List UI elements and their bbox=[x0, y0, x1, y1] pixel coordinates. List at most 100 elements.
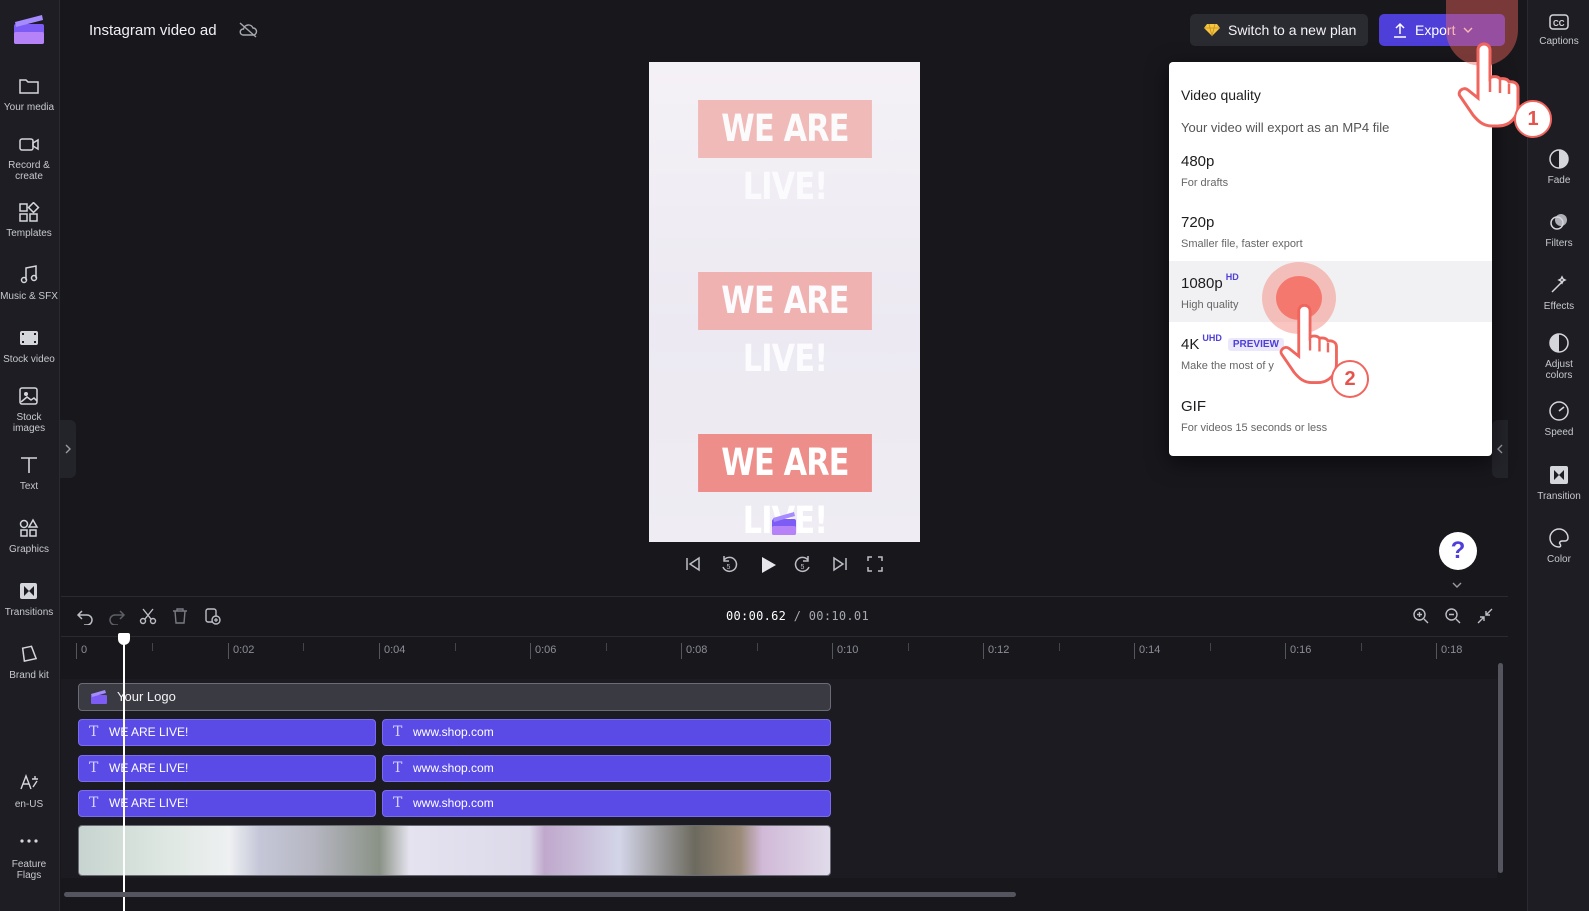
text-clip[interactable]: Twww.shop.com bbox=[382, 790, 831, 817]
sidebar-item-speed[interactable]: Speed bbox=[1528, 400, 1589, 438]
sidebar-item-transition[interactable]: Transition bbox=[1528, 464, 1589, 502]
playhead[interactable] bbox=[123, 634, 125, 911]
sidebar-item-transitions[interactable]: Transitions bbox=[0, 581, 58, 618]
sidebar-label: Color bbox=[1547, 554, 1571, 565]
text-clip-label: www.shop.com bbox=[413, 725, 494, 739]
logo-clip[interactable]: Your Logo bbox=[78, 683, 831, 711]
sidebar-label: Stock video bbox=[3, 354, 55, 365]
sidebar-label: Text bbox=[19, 481, 39, 492]
zoom-in-icon[interactable] bbox=[1412, 607, 1430, 625]
delete-icon[interactable] bbox=[171, 607, 189, 625]
switch-plan-button[interactable]: Switch to a new plan bbox=[1190, 14, 1368, 46]
sidebar-item-music-sfx[interactable]: Music & SFX bbox=[0, 265, 58, 302]
sidebar-item-your-media[interactable]: Your media bbox=[0, 76, 58, 113]
sidebar-item-graphics[interactable]: Graphics bbox=[0, 518, 58, 555]
option-description: Make the most of y bbox=[1181, 360, 1274, 372]
video-preview[interactable]: WE ARE LIVE! WE ARE LIVE! WE ARE LIVE! bbox=[649, 62, 920, 542]
folder-icon bbox=[19, 79, 39, 94]
playhead-handle[interactable] bbox=[118, 633, 130, 645]
zoom-out-icon[interactable] bbox=[1444, 607, 1462, 625]
shapes-icon bbox=[19, 518, 39, 537]
duplicate-icon[interactable] bbox=[203, 607, 221, 625]
help-button[interactable]: ? bbox=[1439, 532, 1477, 570]
film-icon bbox=[20, 331, 38, 345]
project-title[interactable]: Instagram video ad bbox=[89, 22, 217, 39]
quality-option-gif[interactable]: GIF For videos 15 seconds or less bbox=[1169, 384, 1492, 445]
language-icon bbox=[20, 774, 38, 790]
svg-text:5: 5 bbox=[801, 564, 805, 571]
ruler-tick: 0:18 bbox=[1436, 643, 1462, 659]
text-clip-label: www.shop.com bbox=[413, 761, 494, 775]
ruler-tick-minor bbox=[757, 643, 762, 651]
uhd-badge: UHD bbox=[1202, 333, 1222, 343]
chevron-down-icon[interactable] bbox=[1450, 580, 1464, 590]
undo-icon[interactable] bbox=[76, 607, 94, 625]
brand-icon bbox=[21, 645, 38, 663]
skip-forward-icon[interactable] bbox=[831, 555, 849, 578]
option-title: 720p bbox=[1181, 214, 1215, 231]
forward-5-icon[interactable]: 5 bbox=[793, 555, 813, 580]
sidebar-label: Fade bbox=[1547, 175, 1571, 186]
fade-icon bbox=[1549, 149, 1569, 169]
sidebar-item-filters[interactable]: Filters bbox=[1528, 211, 1589, 249]
sidebar-item-record-create[interactable]: Record & create bbox=[0, 134, 58, 182]
ruler-tick-minor bbox=[455, 643, 460, 651]
current-time: 00:00.62 bbox=[726, 609, 787, 623]
svg-text:5: 5 bbox=[727, 564, 731, 571]
text-icon: T bbox=[393, 724, 403, 740]
quality-option-480p[interactable]: 480p For drafts bbox=[1169, 139, 1492, 200]
sidebar-item-color[interactable]: Color bbox=[1528, 527, 1589, 565]
video-clip[interactable] bbox=[78, 825, 831, 876]
ruler-tick: 0:16 bbox=[1285, 643, 1311, 659]
text-clip-label: www.shop.com bbox=[413, 796, 494, 810]
sidebar-item-language[interactable]: en-US bbox=[0, 773, 58, 810]
preview-overlay-text: WE ARE LIVE! bbox=[698, 434, 872, 542]
option-title: 1080p HD bbox=[1181, 272, 1239, 292]
option-description: For videos 15 seconds or less bbox=[1181, 422, 1328, 434]
cloud-off-icon[interactable] bbox=[238, 21, 258, 39]
fit-timeline-icon[interactable] bbox=[1476, 607, 1494, 625]
ruler-tick: 0:14 bbox=[1134, 643, 1160, 659]
option-title-text: 1080p bbox=[1181, 275, 1223, 292]
sidebar-item-fade[interactable]: Fade bbox=[1528, 148, 1589, 186]
sidebar-item-captions[interactable]: CC Captions bbox=[1528, 13, 1589, 47]
timecode: 00:00.62 / 00:10.01 bbox=[726, 609, 869, 623]
skip-back-icon[interactable] bbox=[684, 555, 702, 578]
text-clip[interactable]: Twww.shop.com bbox=[382, 719, 831, 746]
sidebar-label: Filters bbox=[1545, 238, 1573, 249]
sidebar-item-feature-flags[interactable]: Feature Flags bbox=[0, 833, 58, 881]
option-description: For drafts bbox=[1181, 177, 1229, 189]
fullscreen-icon[interactable] bbox=[866, 555, 884, 578]
clipchamp-logo-icon[interactable] bbox=[12, 12, 46, 46]
sidebar-item-adjust-colors[interactable]: Adjust colors bbox=[1528, 332, 1589, 381]
sidebar-item-text[interactable]: Text bbox=[0, 455, 58, 492]
quality-option-720p[interactable]: 720p Smaller file, faster export bbox=[1169, 200, 1492, 261]
sidebar-item-effects[interactable]: Effects bbox=[1528, 274, 1589, 312]
collapse-right-panel-button[interactable] bbox=[1492, 420, 1508, 478]
sidebar-item-stock-images[interactable]: Stock images bbox=[0, 386, 58, 434]
option-title: GIF bbox=[1181, 398, 1206, 415]
scissors-icon[interactable] bbox=[139, 607, 157, 625]
left-sidebar: Your media Record & create Templates Mus… bbox=[0, 0, 60, 911]
export-quality-menu: Video quality Your video will export as … bbox=[1169, 62, 1492, 456]
sidebar-label: Record & create bbox=[8, 160, 50, 182]
timeline-horizontal-scrollbar[interactable] bbox=[64, 892, 1016, 897]
timeline-vertical-scrollbar[interactable] bbox=[1498, 663, 1503, 873]
text-clip[interactable]: Twww.shop.com bbox=[382, 755, 831, 782]
redo-icon[interactable] bbox=[108, 607, 126, 625]
play-icon[interactable] bbox=[758, 555, 778, 580]
ruler-tick: 0:04 bbox=[379, 643, 405, 659]
sidebar-item-templates[interactable]: Templates bbox=[0, 202, 58, 239]
sidebar-item-brand-kit[interactable]: Brand kit bbox=[0, 644, 58, 681]
sidebar-label: Effects bbox=[1543, 301, 1575, 312]
switch-plan-label: Switch to a new plan bbox=[1228, 22, 1357, 38]
ruler-tick-minor bbox=[1210, 643, 1215, 651]
rewind-5-icon[interactable]: 5 bbox=[719, 555, 739, 580]
logo-clip-label: Your Logo bbox=[117, 689, 176, 704]
sidebar-item-stock-video[interactable]: Stock video bbox=[0, 328, 58, 365]
ruler-tick-minor bbox=[1361, 643, 1366, 651]
text-icon: T bbox=[89, 795, 99, 811]
timeline-ruler[interactable]: 0 0:02 0:04 0:06 0:08 0:10 0:12 0:14 0:1… bbox=[61, 636, 1508, 664]
collapse-left-panel-button[interactable] bbox=[60, 420, 76, 478]
ruler-tick: 0:08 bbox=[681, 643, 707, 659]
